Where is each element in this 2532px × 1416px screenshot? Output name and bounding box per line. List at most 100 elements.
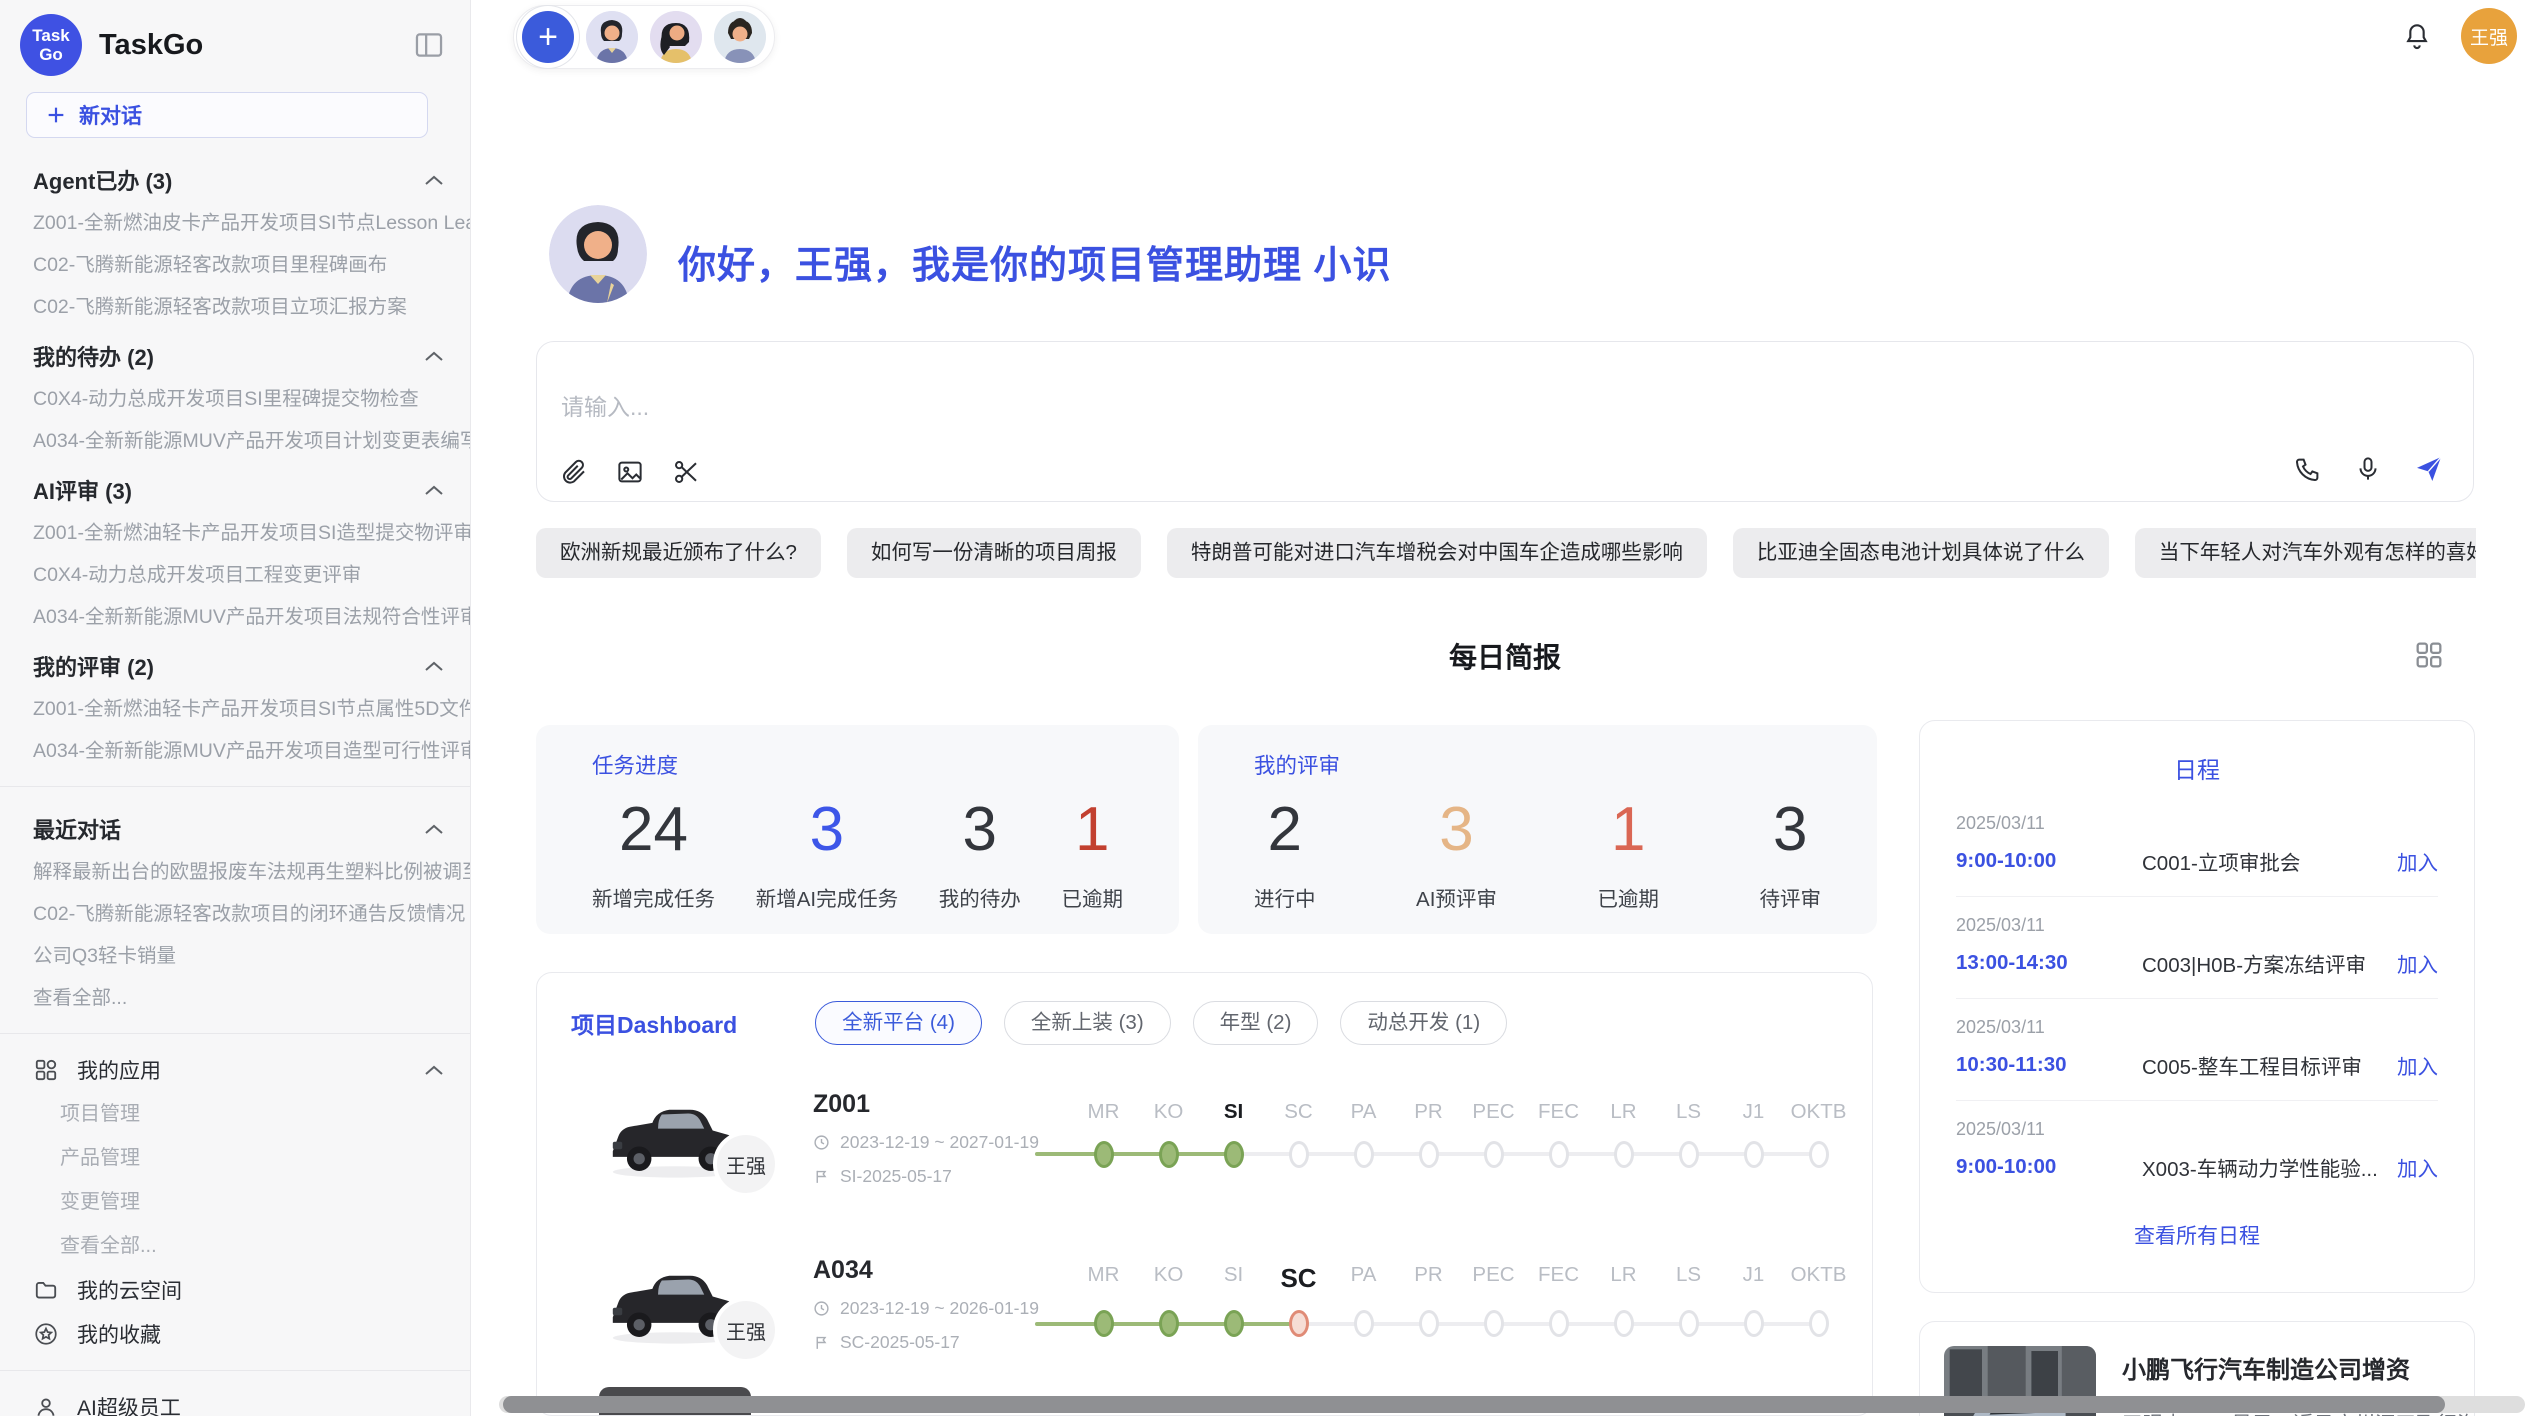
milestone-node: [1484, 1310, 1504, 1337]
card-title: 任务进度: [592, 749, 1123, 780]
app-item-product-mgmt[interactable]: 产品管理: [0, 1136, 470, 1180]
agent-avatar-2[interactable]: [650, 11, 702, 63]
sidebar-item[interactable]: C02-飞腾新能源轻客改款项目立项汇报方案: [0, 286, 470, 328]
person-icon: [33, 1394, 59, 1416]
sidebar-item[interactable]: C0X4-动力总成开发项目SI里程碑提交物检查: [0, 378, 470, 420]
new-agent-button[interactable]: +: [522, 11, 574, 63]
milestone-node: [1809, 1310, 1829, 1337]
suggestion-chip[interactable]: 当下年轻人对汽车外观有怎样的喜好趋势: [2135, 528, 2476, 578]
sidebar-item[interactable]: A034-全新新能源MUV产品开发项目造型可行性评审: [0, 730, 470, 772]
attach-file-button[interactable]: [559, 457, 589, 487]
milestone-node: [1484, 1141, 1504, 1168]
section-my-review[interactable]: 我的评审 (2): [0, 638, 470, 688]
project-owner-badge: 王强: [713, 1297, 779, 1363]
suggestion-chip[interactable]: 如何写一份清晰的项目周报: [847, 528, 1141, 578]
sidebar-item-label: AI超级员工: [77, 1392, 444, 1416]
section-agent-done[interactable]: Agent已办 (3): [0, 152, 470, 202]
project-next-milestone: SI-2025-05-17: [840, 1166, 952, 1187]
recent-chat-item[interactable]: 公司Q3轻卡销量: [0, 935, 470, 977]
app-logo: Task Go: [20, 14, 82, 76]
recent-chat-item[interactable]: 解释最新出台的欧盟报废车法规再生塑料比例被调至15%...: [0, 851, 470, 893]
chevron-up-icon: [424, 484, 444, 496]
schedule-date: 2025/03/11: [1956, 915, 2438, 936]
sidebar-item-ai-staff[interactable]: AI超级员工: [0, 1385, 470, 1416]
sidebar-item-cloud-space[interactable]: 我的云空间: [0, 1268, 470, 1312]
section-ai-review[interactable]: AI评审 (3): [0, 462, 470, 512]
assistant-avatar: [549, 205, 647, 303]
join-button[interactable]: 加入: [2397, 846, 2438, 876]
milestone-node: [1809, 1141, 1829, 1168]
milestone-node: [1744, 1310, 1764, 1337]
sidebar-item[interactable]: A034-全新新能源MUV产品开发项目法规符合性评审: [0, 596, 470, 638]
divider: [0, 1033, 470, 1034]
schedule-name: C001-立项审批会: [2142, 846, 2397, 876]
chevron-up-icon: [424, 1064, 444, 1076]
sidebar-item-favorites[interactable]: 我的收藏: [0, 1312, 470, 1356]
send-button[interactable]: [2413, 453, 2445, 485]
sidebar-item[interactable]: Z001-全新燃油轻卡产品开发项目SI造型提交物评审: [0, 512, 470, 554]
sidebar-item[interactable]: Z001-全新燃油皮卡产品开发项目SI节点Lesson Learn报告: [0, 202, 470, 244]
mic-button[interactable]: [2353, 454, 2383, 484]
notifications-button[interactable]: [2401, 20, 2433, 52]
sidebar-item-my-apps[interactable]: 我的应用: [0, 1048, 470, 1092]
milestone-node: [1549, 1141, 1569, 1168]
schedule-item: 2025/03/11 10:30-11:30 C005-整车工程目标评审 加入: [1956, 999, 2438, 1101]
sidebar-item[interactable]: A034-全新新能源MUV产品开发项目计划变更表编写: [0, 420, 470, 462]
insert-image-button[interactable]: [615, 457, 645, 487]
suggestion-chip[interactable]: 欧洲新规最近颁布了什么?: [536, 528, 821, 578]
view-all-apps-link[interactable]: 查看全部...: [0, 1224, 470, 1268]
join-button[interactable]: 加入: [2397, 1152, 2438, 1182]
view-all-schedule-link[interactable]: 查看所有日程: [1956, 1220, 2438, 1250]
join-button[interactable]: 加入: [2397, 948, 2438, 978]
sidebar-collapse-button[interactable]: [408, 24, 450, 66]
tab-model-year[interactable]: 年型 (2): [1193, 1001, 1319, 1045]
image-icon: [615, 457, 645, 487]
sidebar-item-label: 我的应用: [77, 1055, 406, 1085]
agent-quick-bar: +: [513, 5, 775, 69]
tab-new-body[interactable]: 全新上装 (3): [1004, 1001, 1171, 1045]
section-recent-chats[interactable]: 最近对话: [0, 801, 470, 851]
milestone-timeline: MRKOSISCPAPRPECFECLRLSJ1OKTB: [1071, 1100, 1851, 1176]
task-progress-card: 任务进度 24 新增完成任务 3 新增AI完成任务 3 我的待办 1 已逾期: [536, 725, 1179, 934]
recent-chat-item[interactable]: C02-飞腾新能源轻客改款项目的闭环通告反馈情况: [0, 893, 470, 935]
screenshot-button[interactable]: [671, 457, 701, 487]
divider: [0, 1370, 470, 1371]
new-chat-label: 新对话: [79, 100, 142, 130]
horizontal-scrollbar-thumb[interactable]: [503, 1396, 2445, 1413]
news-title: 小鹏飞行汽车制造公司增资: [2122, 1350, 2494, 1385]
chat-input[interactable]: [561, 394, 1961, 421]
project-row[interactable]: 王强 Z001 2023-12-19 ~ 2027-01-19 SI-2025-…: [537, 1055, 1872, 1221]
app-item-project-mgmt[interactable]: 项目管理: [0, 1092, 470, 1136]
view-all-chats-link[interactable]: 查看全部...: [0, 977, 470, 1019]
sidebar-item[interactable]: Z001-全新燃油轻卡产品开发项目SI节点属性5D文件评审: [0, 688, 470, 730]
schedule-time: 9:00-10:00: [1956, 849, 2142, 873]
suggestion-chip[interactable]: 特朗普可能对进口汽车增税会对中国车企造成哪些影响: [1167, 528, 1707, 578]
sidebar-item[interactable]: C02-飞腾新能源轻客改款项目里程碑画布: [0, 244, 470, 286]
layout-toggle-button[interactable]: [2412, 638, 2446, 672]
sidebar-item[interactable]: C0X4-动力总成开发项目工程变更评审: [0, 554, 470, 596]
section-my-todo[interactable]: 我的待办 (2): [0, 328, 470, 378]
greeting-title: 你好，王强，我是你的项目管理助理 小识: [678, 234, 1392, 289]
milestone-node-done: [1094, 1310, 1114, 1337]
user-avatar[interactable]: 王强: [2461, 8, 2517, 64]
chevron-up-icon: [424, 174, 444, 186]
project-next-milestone: SC-2025-05-17: [840, 1332, 960, 1353]
main-area: + 王强 你好，王强，我是你的项目管理助理 小识: [471, 0, 2532, 1416]
project-row[interactable]: 王强 A034 2023-12-19 ~ 2026-01-19 SC-2025-…: [537, 1221, 1872, 1387]
sidebar-header: Task Go TaskGo: [0, 0, 470, 86]
tab-new-platform[interactable]: 全新平台 (4): [815, 1001, 982, 1045]
join-button[interactable]: 加入: [2397, 1050, 2438, 1080]
agent-avatar-1[interactable]: [586, 11, 638, 63]
milestone-node: [1679, 1141, 1699, 1168]
new-chat-button[interactable]: 新对话: [26, 92, 428, 138]
project-dates: 2023-12-19 ~ 2027-01-19: [840, 1132, 1039, 1153]
tab-powertrain[interactable]: 动总开发 (1): [1340, 1001, 1507, 1045]
milestone-node-current: [1289, 1310, 1309, 1337]
app-item-change-mgmt[interactable]: 变更管理: [0, 1180, 470, 1224]
agent-avatar-3[interactable]: [714, 11, 766, 63]
voice-call-button[interactable]: [2293, 454, 2323, 484]
suggestion-chip[interactable]: 比亚迪全固态电池计划具体说了什么: [1733, 528, 2109, 578]
milestone-node: [1744, 1141, 1764, 1168]
card-title: 我的评审: [1254, 749, 1821, 780]
mic-icon: [2353, 454, 2383, 484]
